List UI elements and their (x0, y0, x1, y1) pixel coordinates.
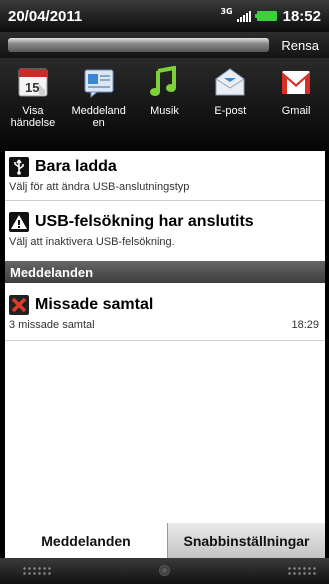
handle-knob (159, 565, 170, 576)
shortcut-row: 15 Visa händelse Meddeland en Musik E-po… (0, 58, 329, 151)
notification-title: Bara ladda (35, 158, 117, 175)
shortcut-messages[interactable]: Meddeland en (66, 66, 132, 151)
shortcut-label: E-post (214, 105, 247, 117)
missed-call-icon (9, 295, 29, 315)
status-time: 18:52 (282, 7, 321, 25)
grip-dots-right (287, 566, 317, 576)
signal-icon (236, 10, 251, 22)
warning-icon (9, 212, 29, 232)
clear-bar: Rensa (0, 32, 329, 58)
status-indicators: 3G 18:52 (220, 8, 321, 25)
network-type: 3G (220, 7, 233, 16)
tab-notifications[interactable]: Meddelanden (5, 523, 167, 558)
notification-subtitle: Välj för att ändra USB-anslutningstyp (9, 181, 190, 193)
notification-title: Missade samtal (35, 296, 154, 313)
notification-usb-debug[interactable]: USB-felsökning har anslutits Välj att in… (5, 206, 325, 261)
notification-missed-calls[interactable]: Missade samtal 3 missade samtal 18:29 (5, 289, 325, 341)
status-date: 20/04/2011 (8, 7, 83, 25)
shortcut-label: Gmail (281, 105, 311, 117)
notification-subtitle: 3 missade samtal (9, 319, 95, 331)
clear-button[interactable]: Rensa (269, 38, 329, 53)
grip-dots-left (22, 566, 52, 576)
gmail-icon (282, 71, 311, 94)
notification-usb-charge[interactable]: Bara ladda Välj för att ändra USB-anslut… (5, 151, 325, 201)
calendar-icon: 15 (18, 68, 48, 97)
messages-icon (84, 69, 114, 98)
top-strip (8, 38, 270, 52)
shortcut-label: Musik (150, 105, 179, 117)
battery-icon (254, 11, 277, 21)
drag-handle[interactable] (0, 558, 329, 584)
shortcut-music[interactable]: Musik (132, 66, 198, 151)
notification-time: 18:29 (291, 319, 319, 331)
calendar-day: 15 (25, 80, 39, 95)
notification-subtitle: Välj att inaktivera USB-felsökning. (9, 236, 175, 248)
usb-icon (9, 157, 29, 177)
tab-bar: Meddelanden Snabbinställningar (5, 523, 325, 558)
section-header: Meddelanden (5, 261, 325, 283)
shortcut-gmail[interactable]: Gmail (263, 66, 329, 151)
shortcut-label: Meddeland en (71, 105, 126, 129)
shortcut-email[interactable]: E-post (197, 66, 263, 151)
music-icon (150, 66, 177, 96)
tab-quick-settings[interactable]: Snabbinställningar (167, 523, 325, 558)
shortcut-label: Visa händelse (10, 105, 56, 129)
notification-title: USB-felsökning har anslutits (35, 213, 254, 230)
status-bar: 20/04/2011 3G 18:52 (0, 0, 329, 32)
email-icon (215, 68, 245, 96)
shortcut-calendar[interactable]: 15 Visa händelse (0, 66, 66, 151)
